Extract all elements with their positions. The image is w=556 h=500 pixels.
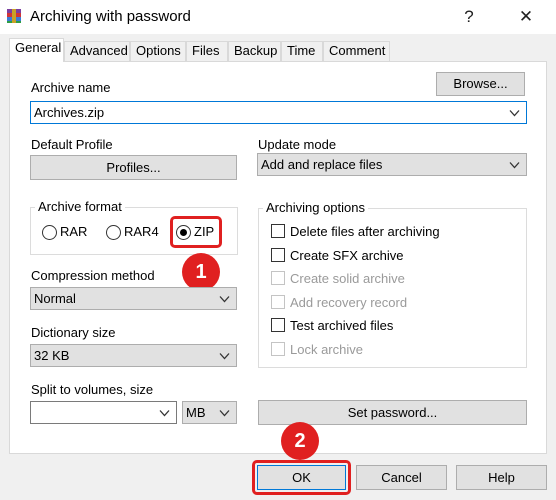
- tab-backup[interactable]: Backup: [228, 41, 281, 61]
- tab-comment[interactable]: Comment: [323, 41, 390, 61]
- zip-highlight-box: [170, 216, 222, 248]
- profiles-button[interactable]: Profiles...: [30, 155, 237, 180]
- compression-method-value: Normal: [34, 291, 76, 306]
- compression-method-label: Compression method: [31, 268, 155, 283]
- chevron-down-icon: [509, 161, 520, 168]
- ok-highlight-box: [252, 460, 351, 495]
- help-title-button[interactable]: ?: [446, 0, 492, 34]
- archive-name-combo[interactable]: Archives.zip: [30, 101, 527, 124]
- split-volumes-label: Split to volumes, size: [31, 382, 154, 397]
- help-button[interactable]: Help: [456, 465, 547, 490]
- test-archived-label[interactable]: Test archived files: [290, 318, 393, 333]
- delete-files-checkbox[interactable]: [271, 224, 285, 238]
- chevron-down-icon: [159, 409, 170, 416]
- tab-advanced[interactable]: Advanced: [64, 41, 130, 61]
- chevron-down-icon: [219, 295, 230, 302]
- chevron-down-icon: [509, 109, 520, 116]
- browse-button[interactable]: Browse...: [436, 72, 525, 96]
- tab-files[interactable]: Files: [186, 41, 228, 61]
- chevron-down-icon: [219, 409, 230, 416]
- step-2-badge: 2: [281, 422, 319, 460]
- split-volumes-combo[interactable]: [30, 401, 177, 424]
- split-unit-select[interactable]: MB: [182, 401, 237, 424]
- tab-general[interactable]: General: [9, 38, 64, 62]
- rar4-radio[interactable]: [106, 225, 121, 240]
- rar-radio-label[interactable]: RAR: [60, 224, 87, 239]
- tab-time[interactable]: Time: [281, 41, 323, 61]
- dictionary-size-value: 32 KB: [34, 348, 70, 363]
- cancel-button[interactable]: Cancel: [356, 465, 447, 490]
- rar-radio[interactable]: [42, 225, 57, 240]
- recovery-record-label: Add recovery record: [290, 295, 408, 310]
- create-solid-label: Create solid archive: [290, 271, 405, 286]
- compression-method-select[interactable]: Normal: [30, 287, 237, 310]
- update-mode-select[interactable]: Add and replace files: [257, 153, 527, 176]
- rar4-radio-label[interactable]: RAR4: [124, 224, 159, 239]
- dictionary-size-label: Dictionary size: [31, 325, 116, 340]
- step-1-badge: 1: [182, 253, 220, 291]
- archiving-options-label: Archiving options: [263, 200, 368, 215]
- update-mode-value: Add and replace files: [261, 157, 383, 172]
- archive-name-label: Archive name: [31, 80, 111, 95]
- test-archived-checkbox[interactable]: [271, 318, 285, 332]
- winrar-app-icon: [7, 9, 21, 23]
- split-unit-value: MB: [186, 405, 206, 420]
- create-solid-checkbox: [271, 271, 285, 285]
- close-button[interactable]: ✕: [503, 0, 549, 34]
- create-sfx-label[interactable]: Create SFX archive: [290, 248, 403, 263]
- update-mode-label: Update mode: [258, 137, 337, 152]
- lock-archive-checkbox: [271, 342, 285, 356]
- create-sfx-checkbox[interactable]: [271, 248, 285, 262]
- default-profile-label: Default Profile: [31, 137, 113, 152]
- tab-options[interactable]: Options: [130, 41, 186, 61]
- archive-name-value: Archives.zip: [34, 105, 105, 120]
- recovery-record-checkbox: [271, 295, 285, 309]
- dictionary-size-select[interactable]: 32 KB: [30, 344, 237, 367]
- lock-archive-label: Lock archive: [290, 342, 363, 357]
- chevron-down-icon: [219, 352, 230, 359]
- window-title: Archiving with password: [30, 8, 191, 25]
- archive-format-label: Archive format: [35, 199, 125, 214]
- delete-files-label[interactable]: Delete files after archiving: [290, 224, 440, 239]
